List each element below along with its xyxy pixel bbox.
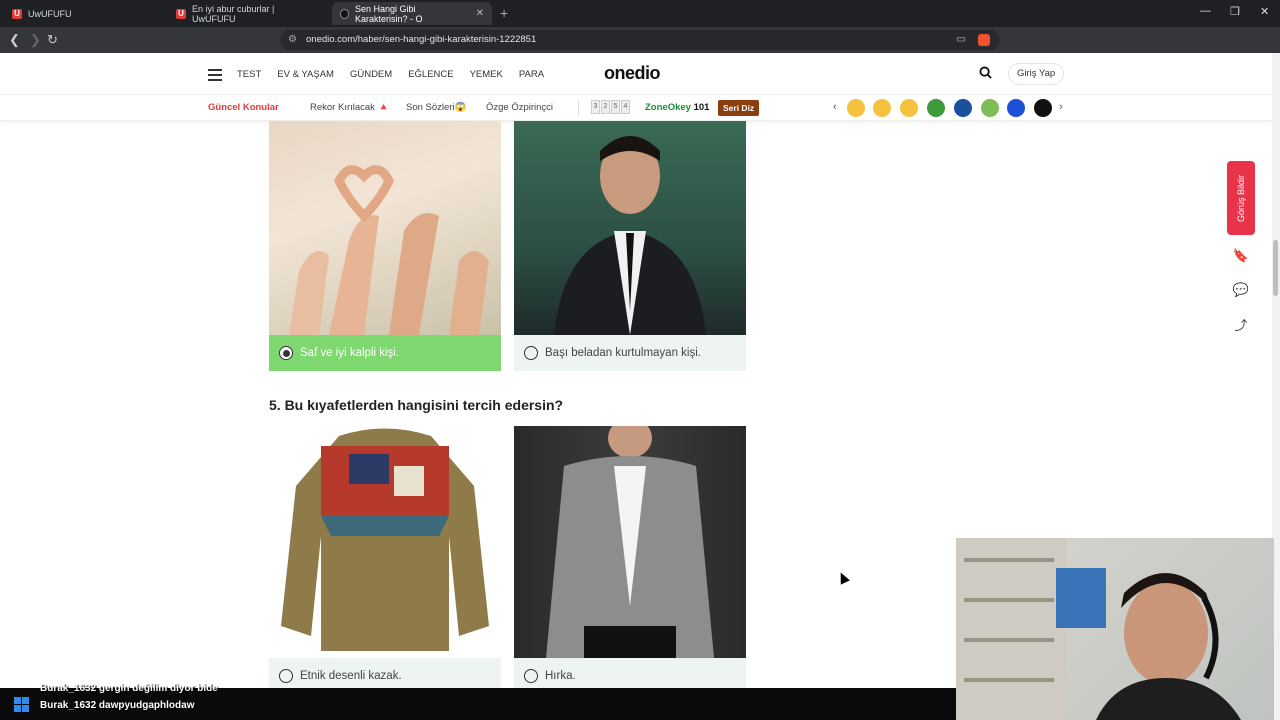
man-illustration bbox=[554, 136, 706, 335]
hamburger-menu-icon[interactable] bbox=[208, 69, 222, 84]
tree-brand-icon[interactable] bbox=[927, 99, 945, 117]
address-toolbar: ❮ ❯ ↻ ⚙ onedio.com/haber/sen-hangi-gibi-… bbox=[0, 27, 1280, 73]
windows-start-icon[interactable] bbox=[14, 697, 29, 712]
ok-brand-icon[interactable] bbox=[1034, 99, 1052, 117]
sad-emoji-icon[interactable] bbox=[873, 99, 891, 117]
tab-abur-cuburlar[interactable]: U En iyi abur cuburlar | UwUFUFU bbox=[168, 2, 328, 25]
nivea-brand-icon[interactable] bbox=[954, 99, 972, 117]
radio-icon[interactable] bbox=[279, 669, 293, 683]
close-tab-icon[interactable]: ✕ bbox=[476, 8, 484, 19]
answer-option[interactable]: Etnik desenli kazak. bbox=[269, 658, 501, 688]
login-button[interactable]: Giriş Yap bbox=[1008, 63, 1065, 85]
url-text: onedio.com/haber/sen-hangi-gibi-karakter… bbox=[306, 34, 537, 45]
hands-illustration bbox=[289, 165, 489, 335]
browser-tab-bar: U UwUFUFU U En iyi abur cuburlar | UwUFU… bbox=[0, 0, 1280, 27]
uwufufu-favicon-icon: U bbox=[12, 8, 22, 19]
happy-emoji-icon[interactable] bbox=[900, 99, 918, 117]
cardigan-illustration bbox=[546, 426, 714, 658]
nav-item-test[interactable]: TEST bbox=[237, 69, 261, 80]
answer-label: Hırka. bbox=[545, 670, 576, 682]
uwufufu-favicon-icon: U bbox=[176, 8, 186, 19]
nav-item-ev-yasam[interactable]: EV & YAŞAM bbox=[277, 69, 334, 80]
reload-icon[interactable]: ↻ bbox=[47, 32, 58, 48]
sweater-illustration bbox=[281, 428, 489, 651]
answer-label: Başı beladan kurtulmayan kişi. bbox=[545, 347, 701, 359]
nav-item-yemek[interactable]: YEMEK bbox=[470, 69, 503, 80]
love-emoji-icon[interactable] bbox=[847, 99, 865, 117]
tab-title: UwUFUFU bbox=[28, 8, 72, 19]
ethnic-sweater-image bbox=[269, 426, 501, 658]
nav-item-gundem[interactable]: GÜNDEM bbox=[350, 69, 392, 80]
restore-icon[interactable]: ❐ bbox=[1230, 5, 1240, 18]
site-settings-icon[interactable]: ⚙ bbox=[288, 30, 297, 50]
chevron-right-icon[interactable]: › bbox=[1059, 101, 1063, 113]
tab-onedio[interactable]: Sen Hangi Gibi Karakterisin? - O ✕ bbox=[332, 2, 492, 25]
webcam-illustration bbox=[956, 538, 1241, 720]
webcam-overlay bbox=[956, 538, 1274, 720]
main-nav: TEST EV & YAŞAM GÜNDEM EĞLENCE YEMEK PAR… bbox=[237, 69, 544, 80]
nav-item-eglence[interactable]: EĞLENCE bbox=[408, 69, 453, 80]
nav-item-para[interactable]: PARA bbox=[519, 69, 544, 80]
chat-message: Burak_1632 gergin değilim diyor bide bbox=[40, 683, 218, 694]
tab-title: En iyi abur cuburlar | UwUFUFU bbox=[191, 3, 275, 24]
url-field[interactable]: ⚙ onedio.com/haber/sen-hangi-gibi-karakt… bbox=[280, 30, 1000, 50]
site-logo[interactable]: onedio bbox=[604, 63, 661, 84]
man-in-suit-image bbox=[514, 121, 746, 335]
back-icon[interactable]: ❮ bbox=[9, 32, 20, 48]
cardigan-image bbox=[514, 426, 746, 658]
bookmark-icon[interactable]: 🔖 bbox=[1227, 244, 1255, 268]
share-icon[interactable]: ⤴ bbox=[1227, 312, 1255, 336]
answer-card[interactable]: Başı beladan kurtulmayan kişi. bbox=[514, 121, 746, 371]
minimize-icon[interactable]: — bbox=[1200, 5, 1211, 17]
answer-option-selected[interactable]: Saf ve iyi kalpli kişi. bbox=[269, 335, 501, 371]
topics-label: Güncel Konular bbox=[208, 102, 279, 113]
radio-selected-icon[interactable] bbox=[279, 346, 293, 360]
answer-card[interactable]: Hırka. bbox=[514, 426, 746, 688]
tab-title: Sen Hangi Gibi Karakterisin? - O bbox=[355, 3, 423, 24]
answer-card[interactable]: Etnik desenli kazak. bbox=[269, 426, 501, 688]
brave-shield-icon[interactable] bbox=[978, 34, 990, 46]
chevron-left-icon[interactable]: ‹ bbox=[833, 101, 837, 113]
radio-icon[interactable] bbox=[524, 346, 538, 360]
new-tab-icon[interactable]: + bbox=[500, 5, 508, 21]
seri-diz-button[interactable]: Seri Diz bbox=[718, 100, 760, 116]
onedio-favicon-icon bbox=[340, 8, 350, 19]
question-title: 5. Bu kıyafetlerden hangisini tercih ede… bbox=[269, 397, 564, 413]
answer-option[interactable]: Başı beladan kurtulmayan kişi. bbox=[514, 335, 746, 371]
topic-link[interactable]: Rekor Kırılacak 🔺 bbox=[310, 102, 389, 113]
zoneokey-tiles: 3 2 5 4 bbox=[591, 100, 630, 114]
green-brand-icon[interactable] bbox=[981, 99, 999, 117]
answer-option[interactable]: Hırka. bbox=[514, 658, 746, 688]
forward-icon[interactable]: ❯ bbox=[30, 32, 41, 48]
answer-label: Etnik desenli kazak. bbox=[300, 670, 402, 682]
search-icon[interactable] bbox=[979, 66, 992, 79]
zoneokey-ad[interactable]: ZoneOkey 101 bbox=[645, 102, 709, 113]
divider bbox=[578, 101, 579, 115]
scrollbar-thumb[interactable] bbox=[1273, 240, 1278, 296]
radio-icon[interactable] bbox=[524, 669, 538, 683]
topic-link[interactable]: Son Sözleri😱 bbox=[406, 102, 466, 113]
feedback-button[interactable]: Görüş Bildir bbox=[1227, 161, 1255, 235]
heart-hands-image bbox=[269, 121, 501, 335]
chat-message: Burak_1632 dawpyudgaphlodaw bbox=[40, 700, 195, 711]
site-header: TEST EV & YAŞAM GÜNDEM EĞLENCE YEMEK PAR… bbox=[0, 53, 1272, 95]
tab-uwufufu[interactable]: U UwUFUFU bbox=[4, 2, 164, 25]
topics-bar: Güncel Konular Rekor Kırılacak 🔺 Son Söz… bbox=[0, 95, 1272, 121]
comments-icon[interactable]: 💬 bbox=[1227, 278, 1255, 302]
blue-brand-icon[interactable] bbox=[1007, 99, 1025, 117]
topic-link[interactable]: Özge Özpirinçci bbox=[486, 102, 553, 113]
close-window-icon[interactable]: ✕ bbox=[1260, 5, 1269, 18]
cast-icon[interactable]: ▭ bbox=[957, 30, 966, 50]
answer-label: Saf ve iyi kalpli kişi. bbox=[300, 347, 400, 359]
answer-card[interactable]: Saf ve iyi kalpli kişi. bbox=[269, 121, 501, 371]
